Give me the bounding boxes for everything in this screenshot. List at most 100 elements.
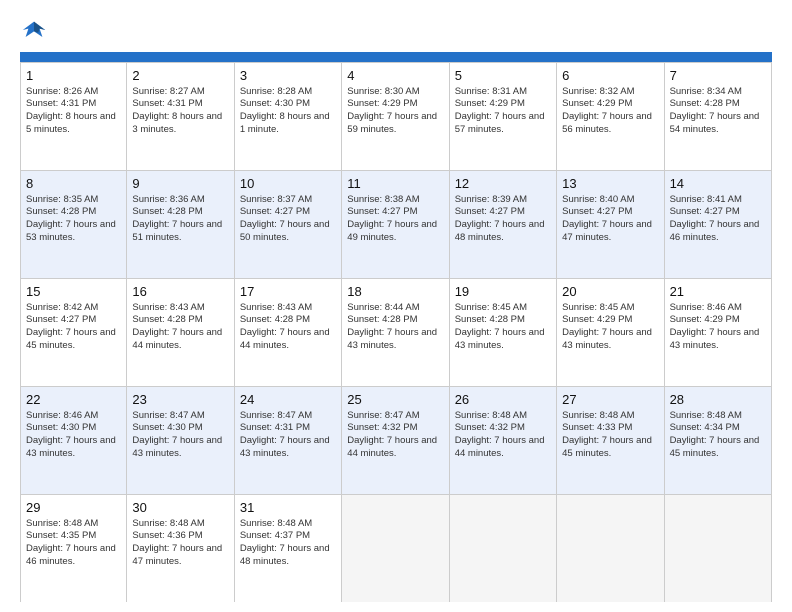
sunset-text: Sunset: 4:27 PM — [670, 206, 740, 217]
day-cell-30: 30Sunrise: 8:48 AMSunset: 4:36 PM Dayligh… — [127, 495, 234, 602]
sunset-text: Sunset: 4:28 PM — [670, 98, 740, 109]
sunrise-text: Sunrise: 8:48 AM — [132, 518, 204, 529]
daylight-text: Daylight: 7 hours and 43 minutes. — [26, 435, 116, 459]
day-cell-27: 27Sunrise: 8:48 AMSunset: 4:33 PMDayligh… — [557, 387, 664, 494]
day-cell-19: 19Sunrise: 8:45 AMSunset: 4:28 PMDayligh… — [450, 279, 557, 386]
header-monday — [127, 52, 234, 62]
day-number: 21 — [670, 283, 766, 301]
sunrise-text: Sunrise: 8:35 AM — [26, 194, 98, 205]
sunset-text: Sunset: 4:37 PM — [240, 530, 310, 541]
calendar-week-4: 22Sunrise: 8:46 AMSunset: 4:30 PMDayligh… — [20, 387, 772, 495]
day-number: 15 — [26, 283, 121, 301]
sunset-text: Sunset: 4:31 PM — [132, 98, 202, 109]
daylight-text: Daylight: 7 hours and 44 minutes. — [455, 435, 545, 459]
sunrise-text: Sunrise: 8:38 AM — [347, 194, 419, 205]
day-cell-9: 9Sunrise: 8:36 AMSunset: 4:28 PMDaylight… — [127, 171, 234, 278]
day-cell-13: 13Sunrise: 8:40 AMSunset: 4:27 PMDayligh… — [557, 171, 664, 278]
sunrise-text: Sunrise: 8:42 AM — [26, 302, 98, 313]
sunset-text: Sunset: 4:31 PM — [26, 98, 96, 109]
sunrise-text: Sunrise: 8:39 AM — [455, 194, 527, 205]
day-number: 2 — [132, 67, 228, 85]
daylight-text: Daylight: 7 hours and 46 minutes. — [670, 219, 760, 243]
empty-cell — [665, 495, 772, 602]
daylight-text: Daylight: 7 hours and 45 minutes. — [26, 327, 116, 351]
day-cell-17: 17Sunrise: 8:43 AMSunset: 4:28 PMDayligh… — [235, 279, 342, 386]
sunrise-text: Sunrise: 8:45 AM — [562, 302, 634, 313]
header-friday — [557, 52, 664, 62]
day-cell-1: 1Sunrise: 8:26 AMSunset: 4:31 PMDaylight… — [20, 63, 127, 170]
daylight-text: Daylight: 8 hours and 5 minutes. — [26, 111, 116, 135]
sunset-text: Sunset: 4:27 PM — [26, 314, 96, 325]
sunset-text: Sunset: 4:28 PM — [132, 314, 202, 325]
daylight-text: Daylight: 7 hours and 43 minutes. — [455, 327, 545, 351]
day-cell-6: 6Sunrise: 8:32 AMSunset: 4:29 PMDaylight… — [557, 63, 664, 170]
daylight-text: Daylight: 7 hours and 47 minutes. — [562, 219, 652, 243]
day-cell-14: 14Sunrise: 8:41 AMSunset: 4:27 PMDayligh… — [665, 171, 772, 278]
day-cell-26: 26Sunrise: 8:48 AMSunset: 4:32 PMDayligh… — [450, 387, 557, 494]
calendar: 1Sunrise: 8:26 AMSunset: 4:31 PMDaylight… — [20, 52, 772, 602]
day-number: 17 — [240, 283, 336, 301]
sunset-text: Sunset: 4:28 PM — [26, 206, 96, 217]
sunrise-text: Sunrise: 8:48 AM — [670, 410, 742, 421]
day-cell-4: 4Sunrise: 8:30 AMSunset: 4:29 PMDaylight… — [342, 63, 449, 170]
day-number: 27 — [562, 391, 658, 409]
daylight-text: Daylight: 7 hours and 56 minutes. — [562, 111, 652, 135]
daylight-text: Daylight: 7 hours and 54 minutes. — [670, 111, 760, 135]
sunrise-text: Sunrise: 8:40 AM — [562, 194, 634, 205]
daylight-text: Daylight: 7 hours and 51 minutes. — [132, 219, 222, 243]
day-cell-29: 29Sunrise: 8:48 AMSunset: 4:35 PMDayligh… — [20, 495, 127, 602]
day-number: 8 — [26, 175, 121, 193]
day-number: 24 — [240, 391, 336, 409]
day-number: 10 — [240, 175, 336, 193]
day-number: 1 — [26, 67, 121, 85]
sunrise-text: Sunrise: 8:34 AM — [670, 86, 742, 97]
sunset-text: Sunset: 4:30 PM — [132, 422, 202, 433]
day-number: 22 — [26, 391, 121, 409]
daylight-text: Daylight: 7 hours and 43 minutes. — [670, 327, 760, 351]
sunset-text: Sunset: 4:34 PM — [670, 422, 740, 433]
sunset-text: Sunset: 4:32 PM — [455, 422, 525, 433]
sunset-text: Sunset: 4:29 PM — [562, 314, 632, 325]
daylight-text: Daylight: 7 hours and 47 minutes. — [132, 543, 222, 567]
day-cell-11: 11Sunrise: 8:38 AMSunset: 4:27 PMDayligh… — [342, 171, 449, 278]
day-number: 20 — [562, 283, 658, 301]
day-cell-22: 22Sunrise: 8:46 AMSunset: 4:30 PMDayligh… — [20, 387, 127, 494]
sunset-text: Sunset: 4:30 PM — [240, 98, 310, 109]
day-number: 9 — [132, 175, 228, 193]
daylight-text: Daylight: 7 hours and 49 minutes. — [347, 219, 437, 243]
calendar-week-3: 15Sunrise: 8:42 AMSunset: 4:27 PM Dayligh… — [20, 279, 772, 387]
daylight-text: Daylight: 8 hours and 1 minute. — [240, 111, 330, 135]
empty-cell — [450, 495, 557, 602]
sunset-text: Sunset: 4:27 PM — [240, 206, 310, 217]
day-cell-23: 23Sunrise: 8:47 AMSunset: 4:30 PMDayligh… — [127, 387, 234, 494]
daylight-text: Daylight: 7 hours and 43 minutes. — [132, 435, 222, 459]
calendar-header — [20, 52, 772, 62]
sunrise-text: Sunrise: 8:44 AM — [347, 302, 419, 313]
day-number: 11 — [347, 175, 443, 193]
sunset-text: Sunset: 4:28 PM — [455, 314, 525, 325]
day-cell-8: 8Sunrise: 8:35 AMSunset: 4:28 PMDaylight… — [20, 171, 127, 278]
sunrise-text: Sunrise: 8:43 AM — [132, 302, 204, 313]
sunset-text: Sunset: 4:29 PM — [670, 314, 740, 325]
sunset-text: Sunset: 4:29 PM — [562, 98, 632, 109]
sunrise-text: Sunrise: 8:30 AM — [347, 86, 419, 97]
calendar-week-5: 29Sunrise: 8:48 AMSunset: 4:35 PMDayligh… — [20, 495, 772, 602]
day-number: 30 — [132, 499, 228, 517]
sunrise-text: Sunrise: 8:41 AM — [670, 194, 742, 205]
day-number: 25 — [347, 391, 443, 409]
day-cell-18: 18Sunrise: 8:44 AMSunset: 4:28 PMDayligh… — [342, 279, 449, 386]
day-cell-10: 10Sunrise: 8:37 AMSunset: 4:27 PMDayligh… — [235, 171, 342, 278]
daylight-text: Daylight: 8 hours and 3 minutes. — [132, 111, 222, 135]
day-number: 3 — [240, 67, 336, 85]
day-number: 18 — [347, 283, 443, 301]
sunset-text: Sunset: 4:31 PM — [240, 422, 310, 433]
sunset-text: Sunset: 4:36 PM — [132, 530, 202, 541]
daylight-text: Daylight: 7 hours and 44 minutes. — [132, 327, 222, 351]
sunrise-text: Sunrise: 8:48 AM — [240, 518, 312, 529]
sunrise-text: Sunrise: 8:48 AM — [562, 410, 634, 421]
logo — [20, 16, 52, 44]
empty-cell — [557, 495, 664, 602]
daylight-text: Daylight: 7 hours and 59 minutes. — [347, 111, 437, 135]
day-number: 4 — [347, 67, 443, 85]
day-cell-12: 12Sunrise: 8:39 AMSunset: 4:27 PMDayligh… — [450, 171, 557, 278]
